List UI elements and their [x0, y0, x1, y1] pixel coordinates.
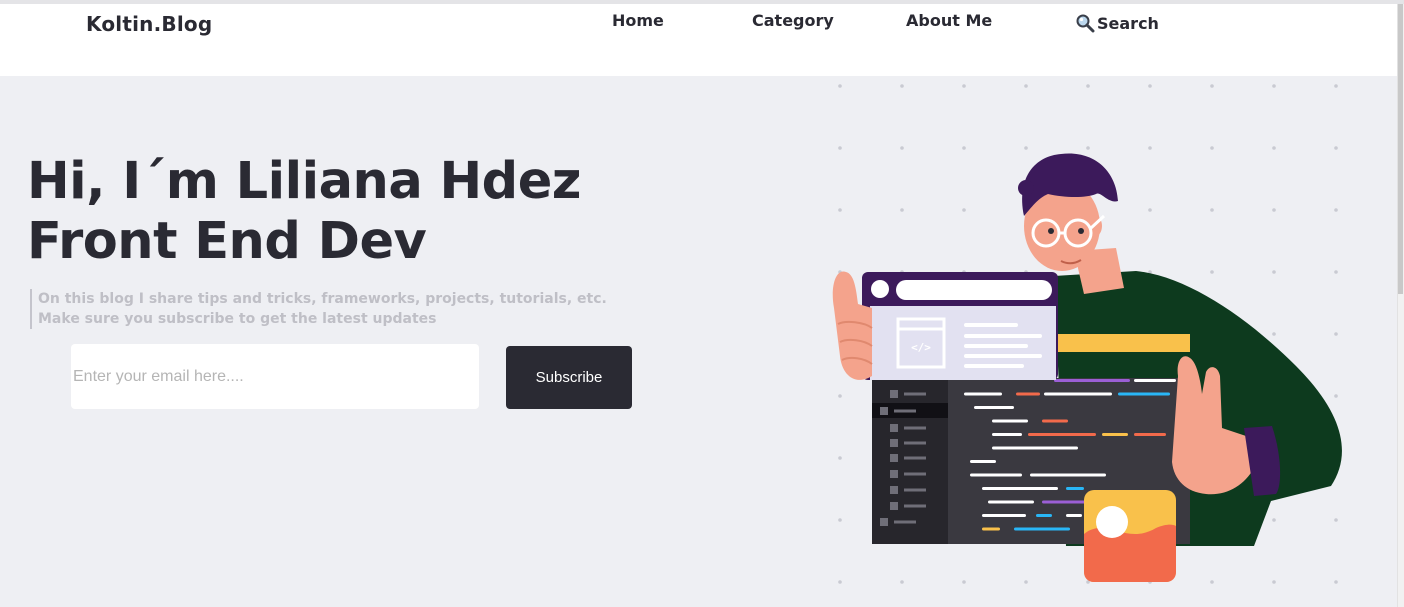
nav-about-link[interactable]: About Me: [906, 11, 992, 30]
nav-search-link[interactable]: Search: [1075, 13, 1159, 33]
developer-illustration: </>: [832, 84, 1342, 584]
site-logo[interactable]: Koltin.Blog: [86, 12, 212, 36]
tagline-line-2: Make sure you subscribe to get the lates…: [38, 311, 437, 327]
scrollbar-thumb[interactable]: [1398, 4, 1403, 294]
magnifier-icon: [1076, 14, 1095, 33]
nav-home-link[interactable]: Home: [612, 11, 664, 30]
hero-tagline: On this blog I share tips and tricks, fr…: [30, 289, 607, 329]
svg-text:</>: </>: [911, 341, 931, 354]
subscribe-button[interactable]: Subscribe: [506, 346, 632, 409]
nav-category-link[interactable]: Category: [752, 11, 834, 30]
hero-title: Hi, I´m Liliana Hdez Front End Dev: [27, 152, 581, 272]
hero-title-line-1: Hi, I´m Liliana Hdez: [27, 152, 581, 211]
hero-section: Hi, I´m Liliana Hdez Front End Dev On th…: [0, 76, 1397, 607]
hero-title-line-2: Front End Dev: [27, 212, 427, 271]
site-header: Koltin.Blog Home Category About Me Searc…: [0, 4, 1397, 76]
nav-search-label: Search: [1097, 13, 1159, 33]
email-input[interactable]: [71, 344, 479, 409]
tagline-line-1: On this blog I share tips and tricks, fr…: [38, 291, 607, 307]
